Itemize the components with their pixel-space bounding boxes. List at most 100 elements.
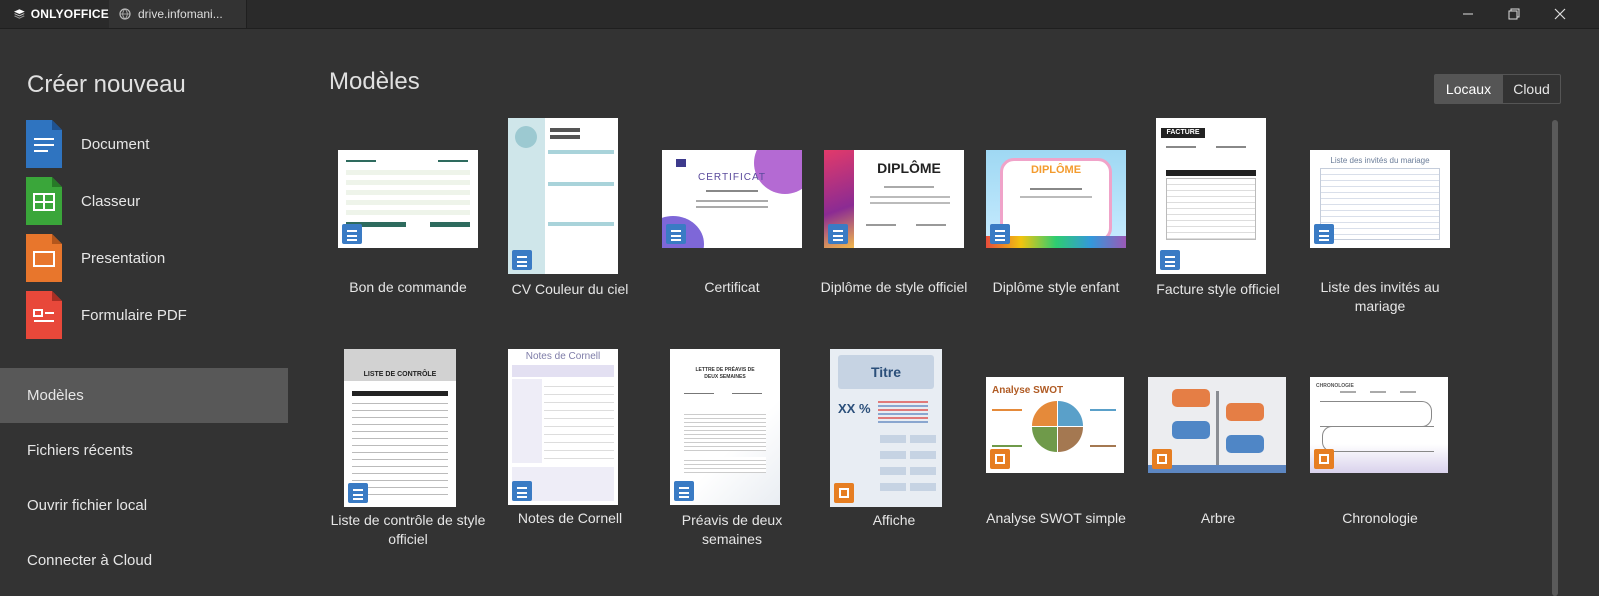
tab-title: drive.infomani... (138, 7, 223, 21)
document-badge-icon (342, 224, 362, 244)
template-card[interactable]: CHRONOLOGIE Chronologie (1300, 349, 1460, 549)
template-card[interactable]: FACTURE Facture style officiel (1138, 118, 1298, 318)
template-label: Arbre (1200, 510, 1236, 526)
template-thumbnail: LISTE DE CONTRÔLE (344, 349, 456, 507)
presentation-badge-icon (990, 449, 1010, 469)
presentation-badge-icon (1314, 449, 1334, 469)
create-new-title: Créer nouveau (27, 71, 186, 98)
template-label: Affiche (872, 512, 916, 528)
close-button[interactable] (1537, 0, 1583, 28)
poster-value: XX % (838, 401, 871, 416)
template-thumbnail: CERTIFICAT (662, 150, 802, 248)
presentation-badge-icon (1152, 449, 1172, 469)
sidebar: Créer nouveau Document Classeur Presenta… (0, 29, 288, 596)
template-card[interactable]: Liste des invités du mariage Liste des i… (1300, 118, 1460, 318)
kids-diploma-heading: DIPLÔME (1030, 164, 1082, 176)
minimize-button[interactable] (1445, 0, 1491, 28)
swot-heading: Analyse SWOT (992, 385, 1064, 396)
template-thumbnail: Liste des invités du mariage (1310, 150, 1450, 248)
presentation-icon (26, 234, 62, 282)
template-label: Liste de contrôle de style officiel (330, 512, 486, 547)
brand-name: ONLYOFFICE (30, 7, 109, 21)
create-pdf-form-label: Formulaire PDF (81, 306, 187, 324)
nav-open-local-file[interactable]: Ouvrir fichier local (0, 478, 288, 533)
template-card[interactable]: Titre XX % Affiche (814, 349, 974, 549)
template-card[interactable]: Notes de Cornell Notes de Cornell (490, 349, 650, 549)
nav-recent-files[interactable]: Fichiers récents (0, 423, 288, 478)
invoice-heading: FACTURE (1161, 128, 1205, 138)
document-badge-icon (674, 481, 694, 501)
template-card[interactable]: Analyse SWOT Analyse SWOT simple (976, 349, 1136, 549)
guest-list-heading: Liste des invités du mariage (1330, 156, 1430, 165)
template-thumbnail: Analyse SWOT (986, 377, 1124, 473)
diploma-heading: DIPLÔME (877, 160, 941, 176)
template-thumbnail: CHRONOLOGIE (1310, 377, 1448, 473)
template-card[interactable]: CV Couleur du ciel (490, 118, 650, 318)
restore-button[interactable] (1491, 0, 1537, 28)
cloud-toggle[interactable]: Cloud (1502, 74, 1561, 104)
template-label: Diplôme de style officiel (820, 279, 968, 295)
template-thumbnail: Notes de Cornell (508, 349, 618, 505)
create-presentation-button[interactable]: Presentation (26, 232, 165, 284)
poster-title: Titre (838, 355, 934, 389)
pdf-form-icon (26, 291, 62, 339)
spreadsheet-icon (26, 177, 62, 225)
document-badge-icon (666, 224, 686, 244)
nav-connect-cloud[interactable]: Connecter à Cloud (0, 533, 288, 588)
document-badge-icon (828, 224, 848, 244)
template-label: Notes de Cornell (517, 510, 623, 526)
template-card[interactable]: DIPLÔME Diplôme style enfant (976, 118, 1136, 318)
template-card[interactable]: DIPLÔME Diplôme de style officiel (814, 118, 974, 318)
document-badge-icon (512, 481, 532, 501)
document-badge-icon (348, 483, 368, 503)
restore-icon (1508, 8, 1520, 20)
template-thumbnail: DIPLÔME (986, 150, 1126, 248)
nav-templates[interactable]: Modèles (0, 368, 288, 423)
document-badge-icon (990, 224, 1010, 244)
template-label: Analyse SWOT simple (986, 510, 1126, 526)
template-thumbnail: LETTRE DE PRÉAVIS DE DEUX SEMAINES (670, 349, 780, 505)
document-icon (26, 120, 62, 168)
page-title: Modèles (329, 68, 420, 95)
create-spreadsheet-button[interactable]: Classeur (26, 175, 140, 227)
template-card[interactable]: LISTE DE CONTRÔLE Liste de contrôle de s… (328, 349, 488, 549)
template-thumbnail: FACTURE (1156, 118, 1266, 274)
template-thumbnail: Titre XX % (830, 349, 942, 507)
onlyoffice-logo-icon (14, 9, 25, 19)
create-presentation-label: Presentation (81, 249, 166, 267)
title-bar: ONLYOFFICE drive.infomani... (0, 0, 1599, 29)
certificate-heading: CERTIFICAT (698, 172, 766, 183)
app-brand: ONLYOFFICE (0, 0, 109, 28)
template-label: CV Couleur du ciel (511, 281, 629, 297)
template-label: Certificat (704, 279, 760, 295)
local-toggle[interactable]: Locaux (1434, 74, 1503, 104)
template-label: Liste des invités au mariage (1320, 279, 1440, 314)
template-card[interactable]: Bon de commande (328, 118, 488, 318)
close-icon (1554, 8, 1566, 20)
checklist-heading: LISTE DE CONTRÔLE (363, 371, 437, 378)
template-label: Chronologie (1342, 510, 1418, 526)
document-badge-icon (1314, 224, 1334, 244)
template-thumbnail: DIPLÔME (824, 150, 964, 248)
presentation-badge-icon (834, 483, 854, 503)
create-document-label: Document (81, 135, 150, 153)
template-thumbnail (338, 150, 478, 248)
template-label: Bon de commande (349, 279, 467, 295)
template-card[interactable]: Arbre (1138, 349, 1298, 549)
browser-tab[interactable]: drive.infomani... (109, 0, 247, 28)
scrollbar[interactable] (1552, 120, 1558, 596)
timeline-heading: CHRONOLOGIE (1316, 383, 1354, 389)
template-label: Diplôme style enfant (992, 279, 1120, 295)
template-card[interactable]: CERTIFICAT Certificat (652, 118, 812, 318)
create-pdf-form-button[interactable]: Formulaire PDF (26, 289, 187, 341)
document-badge-icon (1160, 250, 1180, 270)
template-card[interactable]: LETTRE DE PRÉAVIS DE DEUX SEMAINES Préav… (652, 349, 812, 549)
template-thumbnail (508, 118, 618, 274)
minimize-icon (1463, 13, 1473, 15)
create-document-button[interactable]: Document (26, 118, 149, 170)
template-label: Facture style officiel (1156, 281, 1280, 297)
create-spreadsheet-label: Classeur (81, 192, 141, 210)
template-thumbnail (1148, 377, 1286, 473)
template-label: Préavis de deux semaines (681, 512, 783, 547)
notice-heading: LETTRE DE PRÉAVIS DE DEUX SEMAINES (695, 367, 755, 380)
